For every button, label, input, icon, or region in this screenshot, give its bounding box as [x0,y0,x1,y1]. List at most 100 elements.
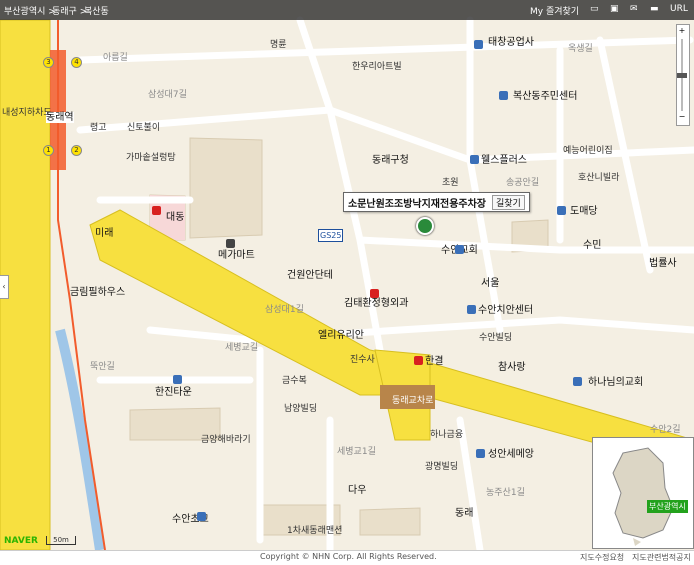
label-dongraegucheong: 동래구청 [372,155,409,166]
label-hospital: 예능어린이집 [563,146,613,156]
church-icon[interactable] [455,245,464,254]
label-hananim: 하나님의교회 [588,377,644,388]
label-geonwon: 건원안단테 [287,270,333,281]
breadcrumb-city[interactable]: 부산광역시 > [4,4,56,17]
label-dongraegyocharo: 동래교차로 [392,396,434,406]
label-chowon: 초원 [442,178,459,188]
label-seongahn: 성안세메앙 [488,449,534,460]
label-samsungdaegil: 삼성대7길 [148,90,187,100]
label-cheondong: 1차새동래맨션 [287,526,343,536]
label-sesanggyo1: 세병교1길 [337,447,376,457]
label-chamsarang: 참사랑 [498,362,526,373]
footer: Copyright © NHN Corp. All Rights Reserve… [0,550,694,565]
label-mega: 메가마트 [218,250,255,261]
label-jungang2gil: 수안2길 [650,425,681,435]
station-badge-1: 1 [43,145,54,156]
mail-icon[interactable]: ✉ [630,4,638,14]
print-icon[interactable]: ▭ [590,4,599,14]
label-suan-market: 수안빌딩 [479,333,513,343]
label-suan-center: 수안치안센터 [478,305,534,316]
label-boksan-center: 복산동주민센터 [513,91,578,102]
label-sesanggyo: 세병교길 [225,343,259,353]
breadcrumb-district[interactable]: 동래구 > [52,4,87,17]
label-gwangmyeong: 광명빌딩 [425,462,459,472]
label-mirae: 미래 [95,228,114,239]
breadcrumb-dong[interactable]: 복산동 [84,4,109,17]
bank-icon[interactable] [476,449,485,458]
location-pin-icon[interactable] [416,217,434,235]
map-canvas[interactable]: 3 4 1 2 동래역 내성지하차도 명륜 한우리아트빌 태창공업사 옥생길 복… [0,0,694,550]
label-dongrae: 동래 [455,508,474,519]
label-ttukangil: 뚝안길 [90,362,115,372]
top-toolbar: 부산광역시 > 동래구 > 복산동 My 즐겨찾기 ▭ ▣ ✉ ▬ URL [0,0,694,20]
label-elyou: 엘리유리안 [318,330,364,341]
report-link[interactable]: 지도수정요청 [580,552,624,563]
apartment-icon[interactable] [173,375,182,384]
copyright: Copyright © NHN Corp. All Rights Reserve… [260,552,437,561]
directions-button[interactable]: 길찾기 [492,194,525,210]
label-hoan: 호산니빌라 [578,173,620,183]
label-hanuri: 한우리아트빌 [352,62,402,72]
region-tag: 부산광역시 [647,500,688,513]
url-button[interactable]: URL [670,4,688,14]
label-sumin: 수민 [583,240,602,251]
label-seoul: 서울 [481,278,500,289]
gs25-icon[interactable]: GS25 [318,229,344,242]
label-hangyeol: 한결 [425,356,444,367]
station-badge-2: 2 [71,145,82,156]
scale-bar: 50m [46,536,76,545]
place-callout[interactable]: 소문난원조조방낙지재전용주차장 길찾기 [343,192,530,212]
legal-link[interactable]: 지도관련법적공지 [632,552,691,563]
label-wellsplus: 웰스플러스 [481,155,527,166]
hospital-icon[interactable] [414,356,423,365]
panel-toggle-icon[interactable]: ‹ [0,275,9,299]
shop-icon[interactable] [470,155,479,164]
map-base [0,0,694,550]
favorites-button[interactable]: My 즐겨찾기 [530,4,579,17]
label-hanagumyeong: 하나금융 [430,430,464,440]
label-beopryul: 법률사 [649,258,677,269]
police-icon[interactable] [467,305,476,314]
label-sinroburi: 신토불이 [127,123,161,133]
zoom-out-icon[interactable]: − [678,113,686,121]
overview-minimap[interactable]: 부산광역시 [592,437,694,549]
station-badge-4: 4 [71,57,82,68]
school-icon[interactable] [197,512,206,521]
hospital-icon[interactable] [152,206,161,215]
minimize-icon[interactable]: ▬ [650,4,659,14]
label-dau: 다우 [348,485,367,496]
shop-icon[interactable] [557,206,566,215]
label-garden: 가마솥설렁탕 [126,153,176,163]
hospital-icon[interactable] [370,289,379,298]
korea-outline [612,447,674,546]
zoom-in-icon[interactable]: + [678,27,686,35]
label-geumyeong: 금림필하우스 [70,287,126,298]
label-ryunggo: 령고 [90,123,107,133]
label-myeongnyun: 명륜 [270,40,287,50]
label-gimtaehwan: 김태환정형외과 [344,298,409,309]
label-samsungdae1gil: 삼성대1길 [265,305,304,315]
building-icon[interactable] [474,40,483,49]
zoom-slider[interactable]: + − [676,24,690,126]
label-daedong: 대동 [166,212,185,223]
cart-icon[interactable] [226,239,235,248]
label-arreumgil: 아름길 [103,53,128,63]
church-icon[interactable] [573,377,582,386]
road-label-naeseong: 내성지하차도 [2,108,52,118]
label-namyang: 남양빌딩 [284,404,318,414]
label-nonggul: 농주산1길 [486,488,525,498]
naver-logo: NAVER [4,536,38,546]
label-jinsusa: 진수사 [350,355,375,365]
station-badge-3: 3 [43,57,54,68]
label-geumyang: 금양해바라기 [201,435,251,445]
building-icon[interactable] [499,91,508,100]
label-domaedang: 도매당 [570,206,598,217]
label-taechang: 태창공업사 [488,37,534,48]
label-geumsubok: 금수복 [282,376,307,386]
label-songgongangil: 송공안길 [506,178,540,188]
zoom-handle[interactable] [677,73,687,78]
callout-title: 소문난원조조방낙지재전용주차장 [348,198,486,210]
save-icon[interactable]: ▣ [610,4,619,14]
label-oksaenggil: 옥생길 [568,44,593,54]
label-hanjintown: 한진타운 [155,387,192,398]
